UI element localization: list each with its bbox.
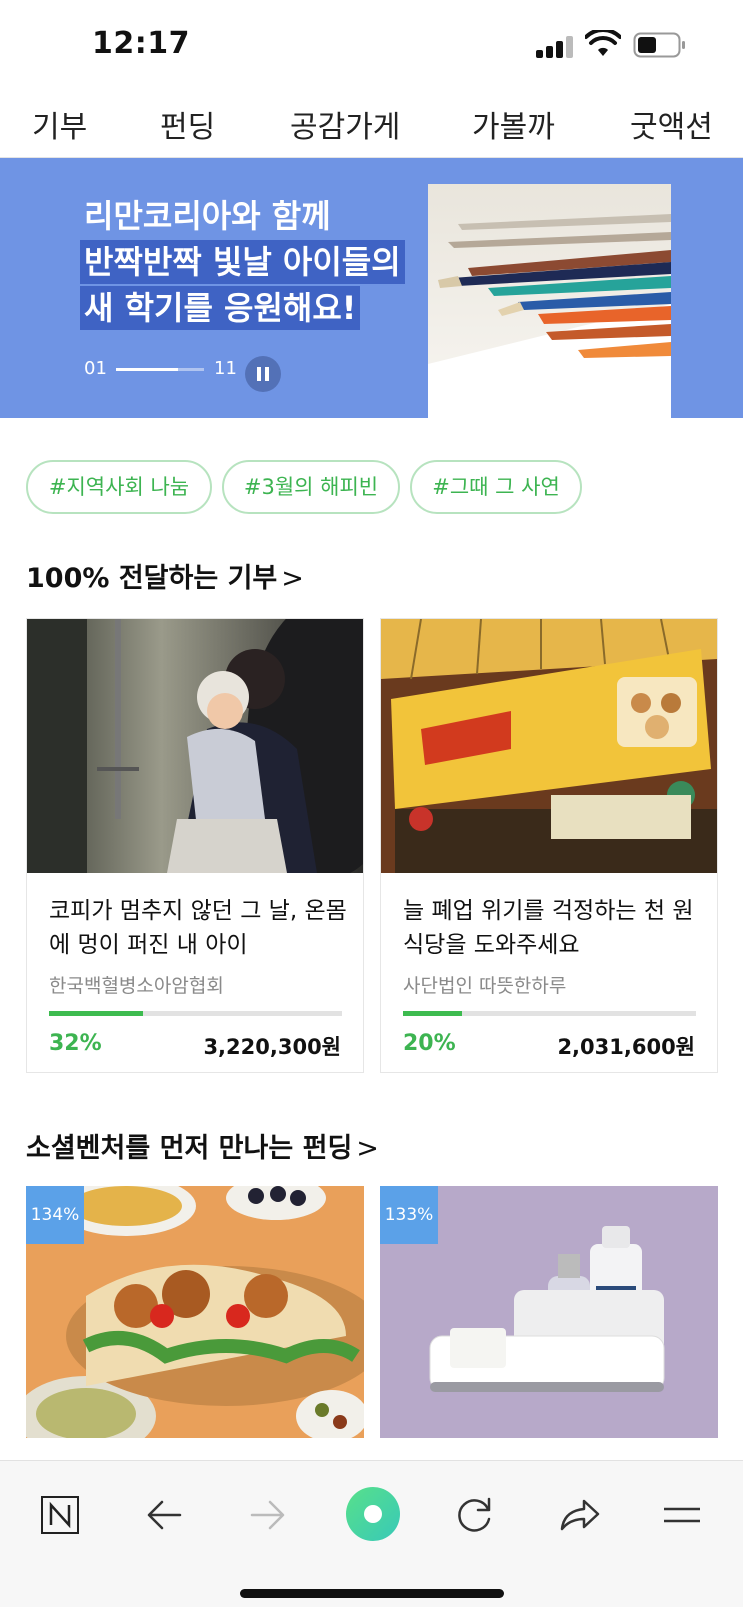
pager-fill <box>116 368 178 371</box>
pager-total: 11 <box>214 358 237 379</box>
nav-item-good-action[interactable]: 굿액션 <box>630 102 713 146</box>
progress-bar <box>49 1011 342 1016</box>
banner-line-3: 새 학기를 응원해요! <box>80 286 361 330</box>
funding-section-title[interactable]: 소셜벤처를 먼저 만나는 펀딩 > <box>26 1126 379 1165</box>
section-title-text: 100% 전달하는 기부 <box>26 563 278 594</box>
donation-section-title[interactable]: 100% 전달하는 기부 > <box>26 556 304 595</box>
funding-percent-badge: 134% <box>26 1186 84 1244</box>
nav-item-store[interactable]: 공감가게 <box>290 102 400 146</box>
donation-card[interactable]: 코피가 멈추지 않던 그 날, 온몸에 멍이 퍼진 내 아이 한국백혈병소아암협… <box>26 618 364 1073</box>
nav-item-go[interactable]: 가볼까 <box>472 102 555 146</box>
progress-percent: 32% <box>49 1031 102 1056</box>
banner-line-2: 반짝반짝 빛날 아이들의 <box>80 240 405 284</box>
signal-icon <box>536 34 576 58</box>
card-title: 늘 폐업 위기를 걱정하는 천 원 식당을 도와주세요 <box>403 898 694 958</box>
back-arrow-icon[interactable] <box>136 1487 192 1543</box>
funding-percent-badge: 133% <box>380 1186 438 1244</box>
raised-amount: 2,031,600원 <box>557 1035 695 1059</box>
raised-amount: 3,220,300원 <box>203 1035 341 1059</box>
tag-chip[interactable]: #그때 그 사연 <box>410 460 582 514</box>
pager-current: 01 <box>84 358 107 379</box>
status-bar: 12:17 <box>0 0 743 88</box>
green-dot-icon[interactable] <box>338 1479 408 1549</box>
nav-item-donation[interactable]: 기부 <box>32 102 87 146</box>
chevron-right-icon: > <box>356 1133 379 1164</box>
card-title: 코피가 멈추지 않던 그 날, 온몸에 멍이 퍼진 내 아이 <box>49 898 347 958</box>
progress-fill <box>403 1011 462 1016</box>
colored-pencils-photo <box>428 184 671 418</box>
status-time: 12:17 <box>92 26 190 61</box>
banner-line-1: 리만코리아와 함께 <box>84 197 331 235</box>
naver-home-icon[interactable] <box>32 1487 88 1543</box>
menu-icon[interactable] <box>654 1487 710 1543</box>
progress-fill <box>49 1011 143 1016</box>
forward-arrow-icon[interactable] <box>240 1487 296 1543</box>
pause-button[interactable] <box>245 356 281 392</box>
nav-item-funding[interactable]: 펀딩 <box>160 102 215 146</box>
card-organization: 사단법인 따뜻한하루 <box>403 975 567 997</box>
funding-card[interactable]: 133% <box>380 1186 718 1438</box>
chevron-right-icon: > <box>281 563 304 594</box>
card-organization: 한국백혈병소아암협회 <box>49 975 224 997</box>
child-hospital-photo <box>27 619 363 873</box>
section-title-text: 소셜벤처를 먼저 만나는 펀딩 <box>26 1133 353 1164</box>
promo-banner[interactable]: 리만코리아와 함께 반짝반짝 빛날 아이들의 새 학기를 응원해요! 01 11 <box>0 158 743 418</box>
restaurant-sign-photo <box>381 619 717 873</box>
funding-card[interactable]: 134% <box>26 1186 364 1438</box>
tag-chip[interactable]: #지역사회 나눔 <box>26 460 212 514</box>
pause-icon <box>257 367 269 381</box>
home-indicator <box>240 1589 504 1598</box>
battery-icon <box>633 32 685 58</box>
progress-percent: 20% <box>403 1031 456 1056</box>
top-nav: 기부 펀딩 공감가게 가볼까 굿액션 <box>0 88 743 158</box>
donation-card[interactable]: 늘 폐업 위기를 걱정하는 천 원 식당을 도와주세요 사단법인 따뜻한하루 2… <box>380 618 718 1073</box>
refresh-icon[interactable] <box>446 1487 502 1543</box>
share-icon[interactable] <box>550 1487 606 1543</box>
tag-chip[interactable]: #3월의 해피빈 <box>222 460 400 514</box>
hashtag-row: #지역사회 나눔 #3월의 해피빈 #그때 그 사연 <box>26 460 726 514</box>
pager-track <box>116 368 204 371</box>
browser-toolbar <box>0 1460 743 1607</box>
progress-bar <box>403 1011 696 1016</box>
wifi-icon <box>585 30 621 56</box>
